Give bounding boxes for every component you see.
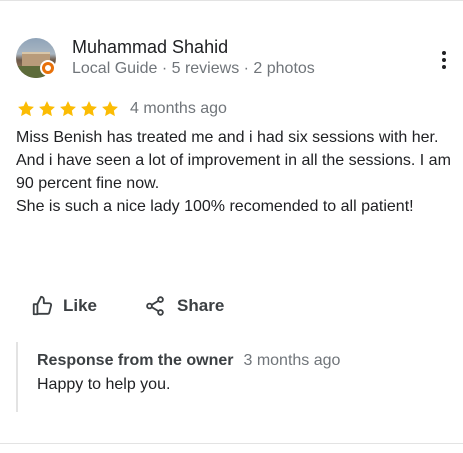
owner-response: Response from the owner 3 months ago Hap… <box>16 342 436 412</box>
like-label: Like <box>63 296 98 315</box>
review-date: 4 months ago <box>130 100 227 117</box>
owner-response-header: Response from the owner 3 months ago <box>37 352 436 370</box>
top-divider <box>0 0 463 1</box>
bottom-divider <box>0 443 463 444</box>
owner-response-title: Response from the owner <box>37 352 234 369</box>
local-guide-badge-icon <box>40 60 56 76</box>
thumbs-up-icon <box>30 294 54 318</box>
review-paragraph: She is such a nice lady 100% recomended … <box>16 198 414 215</box>
owner-response-date: 3 months ago <box>243 352 341 369</box>
star-rating <box>16 99 120 119</box>
star-icon <box>39 101 55 117</box>
star-icon <box>102 101 118 117</box>
like-button[interactable]: Like <box>30 294 97 318</box>
reviewer-meta: Local Guide · 5 reviews · 2 photos <box>72 60 315 77</box>
reviewer-name[interactable]: Muhammad Shahid <box>72 35 228 59</box>
rating-row: 4 months ago <box>16 98 227 120</box>
share-label: Share <box>177 296 225 315</box>
star-icon <box>18 101 34 117</box>
review-actions: Like Share <box>30 292 224 320</box>
review-text: Miss Benish has treated me and i had six… <box>16 126 456 218</box>
owner-response-text: Happy to help you. <box>37 376 171 393</box>
star-icon <box>81 101 97 117</box>
more-options-button[interactable] <box>432 48 456 72</box>
star-icon <box>60 101 76 117</box>
review-paragraph: Miss Benish has treated me and i had six… <box>16 129 451 192</box>
share-icon <box>143 294 167 318</box>
share-button[interactable]: Share <box>143 294 224 318</box>
more-vert-icon <box>442 51 446 69</box>
